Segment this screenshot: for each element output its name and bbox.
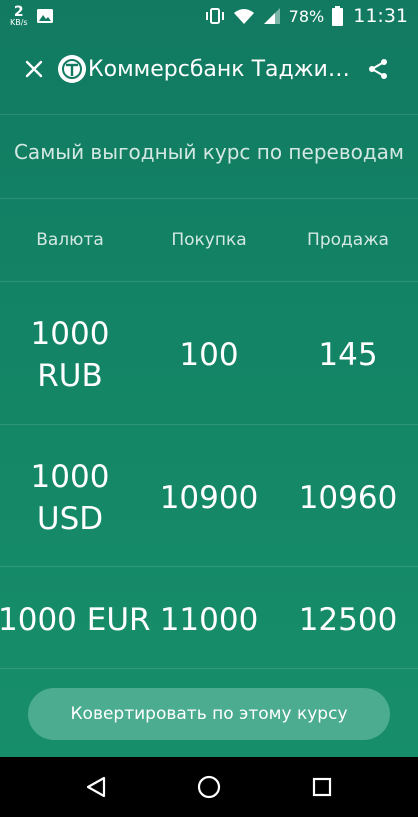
toolbar: Коммерсбанк Таджикистана (0, 36, 418, 102)
column-header-currency: Валюта (36, 230, 104, 250)
rate-row-usd-sell: 10960 (298, 480, 398, 516)
screen: 2 KB/s 78% 11:31 Коммерсбанк Таджик Самы… (0, 0, 418, 817)
network-speed: 2 KB/s (10, 5, 28, 27)
divider (0, 281, 418, 282)
rate-row-eur-buy: 11000 (159, 602, 259, 638)
status-bar: 2 KB/s 78% 11:31 (0, 0, 418, 32)
currency-amount: 1000 (30, 459, 110, 495)
column-header-buy: Покупка (171, 230, 247, 250)
rate-row-rub-buy: 100 (179, 337, 239, 373)
network-speed-unit: KB/s (10, 18, 28, 27)
divider (0, 114, 418, 115)
vibrate-icon (205, 7, 225, 25)
rate-row-eur-currency: 1000 EUR (0, 602, 151, 638)
home-icon (197, 775, 221, 799)
navigation-bar (0, 757, 418, 817)
bank-logo-icon (58, 55, 86, 83)
close-button[interactable] (12, 47, 56, 91)
battery-percent: 78% (288, 6, 325, 26)
signal-icon (263, 7, 281, 25)
battery-icon (332, 6, 344, 26)
column-header-sell: Продажа (307, 230, 389, 250)
recents-icon (312, 777, 331, 797)
divider (0, 668, 418, 669)
divider (0, 566, 418, 567)
recents-button[interactable] (294, 759, 350, 815)
divider (0, 198, 418, 199)
share-button[interactable] (356, 47, 400, 91)
status-left: 2 KB/s (10, 5, 54, 27)
rate-row-eur-sell: 12500 (298, 602, 398, 638)
convert-button[interactable]: Ковертировать по этому курсу (28, 688, 390, 740)
rate-row-usd-currency: 1000 USD (0, 456, 140, 540)
currency-code: RUB (37, 358, 103, 394)
network-speed-value: 2 (13, 4, 24, 20)
status-right: 78% 11:31 (205, 5, 408, 27)
rates-subtitle: Самый выгодный курс по переводам (13, 140, 405, 164)
image-icon (36, 7, 54, 25)
home-button[interactable] (181, 759, 237, 815)
rate-row-rub-sell: 145 (318, 337, 378, 373)
close-icon (25, 60, 43, 78)
wifi-icon (233, 7, 255, 25)
rate-row-rub-currency: 1000 RUB (0, 313, 140, 397)
rate-row-usd-buy: 10900 (159, 480, 259, 516)
divider (0, 424, 418, 425)
currency-code: USD (36, 501, 104, 537)
back-button[interactable] (68, 759, 124, 815)
currency-amount: 1000 (30, 316, 110, 352)
back-icon (87, 776, 106, 798)
share-icon (369, 59, 387, 79)
page-title: Коммерсбанк Таджикистана (88, 56, 350, 82)
clock: 11:31 (353, 5, 408, 27)
